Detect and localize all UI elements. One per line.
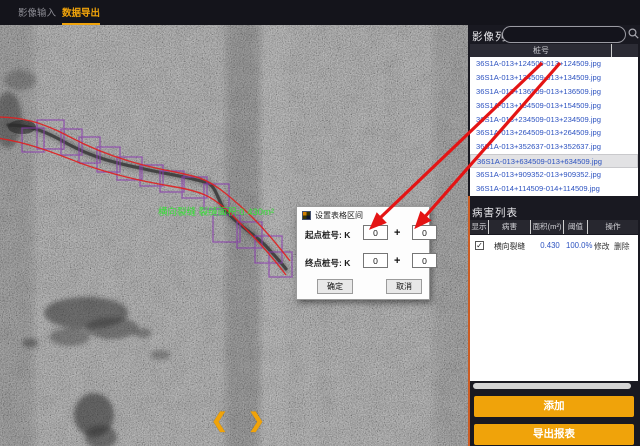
plus-separator: + xyxy=(394,227,400,239)
image-list-item[interactable]: 36S1A-013+154509-013+154509.jpg xyxy=(470,99,638,113)
defect-list-scrollbar[interactable] xyxy=(473,383,631,389)
show-column-header: 显示 xyxy=(470,220,488,234)
area-column-header: 面积(m²) xyxy=(531,220,563,234)
next-image-button[interactable]: ❯ xyxy=(248,408,265,433)
cancel-button[interactable]: 取消 xyxy=(386,279,422,294)
add-button[interactable]: 添加 xyxy=(474,396,634,417)
edit-link[interactable]: 修改 xyxy=(594,241,610,252)
image-list: 36S1A-013+124509-013+124509.jpg 36S1A-01… xyxy=(470,57,638,196)
defect-table-header: 显示 病害 面积(m²) 阈值 操作 xyxy=(470,220,638,234)
top-tab-bar: 影像输入 数据导出 xyxy=(0,0,640,25)
image-list-item[interactable]: 36S1A-013+234509-013+234509.jpg xyxy=(470,113,638,127)
stake-column-header: 桩号 xyxy=(470,44,612,57)
previous-image-button[interactable]: ❮ xyxy=(211,408,228,433)
image-list-item[interactable]: 36S1A-013+264509-013+264509.jpg xyxy=(470,126,638,140)
tab-data-export[interactable]: 数据导出 xyxy=(62,5,100,25)
start-stake-label: 起点桩号: K xyxy=(305,229,350,241)
export-report-button[interactable]: 导出报表 xyxy=(474,424,634,445)
end-stake-km-input[interactable] xyxy=(363,253,388,268)
table-grid-icon xyxy=(302,211,311,220)
set-range-dialog: 设置表格区间 起点桩号: K + 终点桩号: K + 确定 取消 xyxy=(296,206,430,300)
end-stake-label: 终点桩号: K xyxy=(305,257,350,269)
image-list-item[interactable]: 36S1A-013+909352-013+909352.jpg xyxy=(470,168,638,182)
image-list-item[interactable]: 36S1A-014+114509-014+114509.jpg xyxy=(470,182,638,196)
defect-list-title: 病害列表 xyxy=(472,205,518,220)
threshold-column-header: 阈值 xyxy=(564,220,587,234)
defect-name: 横向裂缝 xyxy=(494,241,525,252)
image-search-input[interactable] xyxy=(511,28,619,41)
end-stake-m-input[interactable] xyxy=(412,253,437,268)
plus-separator: + xyxy=(394,255,400,267)
column-separator xyxy=(611,44,612,57)
search-icon[interactable] xyxy=(628,28,639,39)
defect-table-body: ✓ 横向裂缝 0.430 100.0% 修改 删除 xyxy=(470,235,638,381)
defect-column-header: 病害 xyxy=(489,220,530,234)
image-list-header: 桩号 xyxy=(470,44,638,57)
defect-measurement-label: 横向裂缝 裂缝面积:0.430m² xyxy=(158,206,274,218)
right-sidebar: 影像列表 桩号 36S1A-013+124509-013+124509.jpg … xyxy=(468,25,640,446)
image-list-item[interactable]: 36S1A-013+134509-013+134509.jpg xyxy=(470,71,638,85)
defect-ratio: 100.0% xyxy=(566,241,592,250)
image-list-item[interactable]: 36S1A-013+124509-013+124509.jpg xyxy=(470,57,638,71)
dialog-titlebar: 设置表格区间 xyxy=(302,210,363,221)
defect-visible-checkbox[interactable]: ✓ xyxy=(475,241,484,250)
start-stake-km-input[interactable] xyxy=(363,225,388,240)
image-list-item[interactable]: 36S1A-013+136509-013+136509.jpg xyxy=(470,85,638,99)
defect-area: 0.430 xyxy=(534,241,566,250)
ok-button[interactable]: 确定 xyxy=(317,279,353,294)
image-list-item[interactable]: 36S1A-013+352637-013+352637.jpg xyxy=(470,140,638,154)
dialog-title: 设置表格区间 xyxy=(315,210,363,221)
action-column-header: 操作 xyxy=(588,220,638,234)
tab-image-input[interactable]: 影像输入 xyxy=(18,5,56,19)
defect-table-row: ✓ 横向裂缝 0.430 100.0% 修改 删除 xyxy=(470,239,638,253)
start-stake-m-input[interactable] xyxy=(412,225,437,240)
delete-link[interactable]: 删除 xyxy=(614,241,630,252)
image-search-box xyxy=(502,26,626,43)
image-list-item-selected[interactable]: 36S1A-013+634509-013+634509.jpg xyxy=(470,154,638,168)
app-window: 影像输入 数据导出 xyxy=(0,0,640,446)
